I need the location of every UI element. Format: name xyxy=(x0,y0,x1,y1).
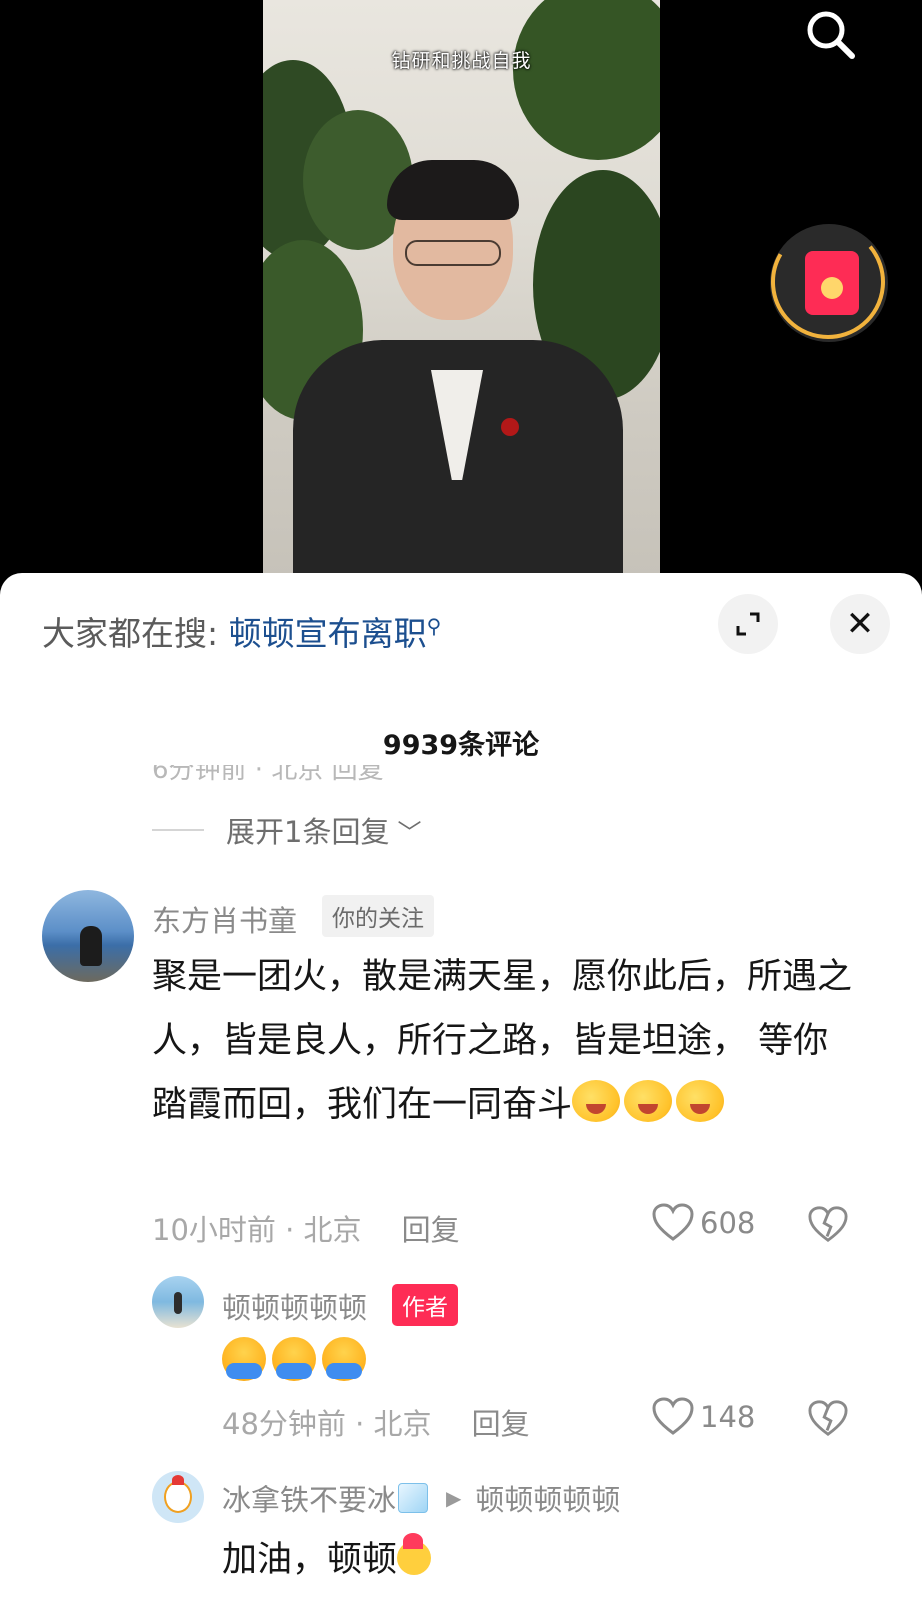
divider-line xyxy=(152,829,204,831)
comment-text: 聚是一团火，散是满天星，愿你此后，所遇之人，皆是良人，所行之路，皆是坦途， 等你… xyxy=(152,957,853,1125)
avatar[interactable] xyxy=(152,1276,204,1328)
comment-text: 加油，顿顿 xyxy=(222,1540,398,1580)
author-badge: 作者 xyxy=(392,1284,458,1326)
finger-heart-emoji-icon xyxy=(397,1533,432,1575)
laughing-emoji-icon xyxy=(676,1080,725,1122)
heart-icon xyxy=(652,1397,694,1435)
comment-time-location: 48分钟前 · 北京 xyxy=(222,1407,432,1441)
comment-meta: 48分钟前 · 北京 回复 xyxy=(222,1401,530,1443)
search-icon: ⚲ xyxy=(426,614,442,638)
comment-content: 聚是一团火，散是满天星，愿你此后，所遇之人，皆是良人，所行之路，皆是坦途， 等你… xyxy=(152,945,852,1137)
hot-search-query[interactable]: 顿顿宣布离职⚲ xyxy=(229,614,442,653)
like-button[interactable]: 148 xyxy=(652,1397,755,1437)
avatar[interactable] xyxy=(42,890,134,982)
comment-content: 加油，顿顿 xyxy=(222,1531,432,1582)
screen: 钻研和挑战自我 大家都在搜: 顿顿宣布离职⚲ ✕ 9939条评论 6分钟前 · … xyxy=(0,0,922,1612)
search-icon[interactable] xyxy=(800,4,860,64)
following-badge: 你的关注 xyxy=(322,895,434,937)
close-button[interactable]: ✕ xyxy=(830,594,890,654)
comments-panel: 大家都在搜: 顿顿宣布离职⚲ ✕ 9939条评论 6分钟前 · 北京 回复 展开… xyxy=(0,573,922,1612)
avatar[interactable] xyxy=(152,1471,204,1523)
hot-search-label: 大家都在搜: xyxy=(42,614,219,653)
heart-icon xyxy=(652,1203,694,1241)
comment-meta: 10小时前 · 北京 回复 xyxy=(152,1207,460,1249)
avatar-figure xyxy=(174,1292,182,1314)
glasses xyxy=(405,240,501,266)
clipped-comment-meta: 6分钟前 · 北京 回复 xyxy=(152,765,872,781)
red-packet-button[interactable] xyxy=(770,224,888,342)
comment-username[interactable]: 东方肖书童 xyxy=(152,898,297,940)
expand-button[interactable] xyxy=(718,594,778,654)
comment-username[interactable]: 顿顿顿顿顿 xyxy=(222,1285,367,1327)
hugging-emoji-icon xyxy=(322,1337,366,1381)
hot-search-query-text: 顿顿宣布离职 xyxy=(228,614,427,653)
red-packet-seal xyxy=(821,277,843,299)
laughing-emoji-icon xyxy=(624,1080,673,1122)
close-icon: ✕ xyxy=(845,604,875,644)
chevron-down-icon: ﹀ xyxy=(397,818,422,847)
comment-username-row: 冰拿铁不要冰 ▶ 顿顿顿顿顿 xyxy=(222,1477,620,1519)
clipped-comment-meta-text: 6分钟前 · 北京 回复 xyxy=(152,765,384,781)
avatar-comb xyxy=(172,1475,184,1485)
plant-decoration xyxy=(513,0,660,160)
expand-replies-label: 展开1条回复 xyxy=(226,815,390,849)
comment-username[interactable]: 冰拿铁不要冰 xyxy=(222,1477,396,1519)
dislike-broken-heart-icon[interactable] xyxy=(808,1399,848,1439)
reply-button[interactable]: 回复 xyxy=(402,1213,460,1247)
hugging-emoji-icon xyxy=(272,1337,316,1381)
laughing-emoji-icon xyxy=(572,1080,621,1122)
comment-content xyxy=(222,1337,366,1381)
avatar-figure xyxy=(164,1481,192,1513)
dislike-broken-heart-icon[interactable] xyxy=(808,1205,848,1245)
reply-to-username[interactable]: 顿顿顿顿顿 xyxy=(475,1477,620,1519)
expand-icon xyxy=(736,612,760,636)
like-count: 608 xyxy=(700,1206,756,1240)
avatar-figure xyxy=(80,926,102,966)
like-button[interactable]: 608 xyxy=(652,1203,755,1243)
video-player[interactable]: 钻研和挑战自我 xyxy=(263,0,660,580)
hugging-emoji-icon xyxy=(222,1337,266,1381)
comment-time-location: 10小时前 · 北京 xyxy=(152,1213,362,1247)
hot-search: 大家都在搜: 顿顿宣布离职⚲ xyxy=(42,607,441,655)
reply-arrow-icon: ▶ xyxy=(446,1486,462,1510)
comment-count: 9939条评论 xyxy=(382,730,540,761)
like-count: 148 xyxy=(700,1400,756,1434)
brooch xyxy=(501,418,519,436)
ice-cube-icon xyxy=(398,1483,429,1513)
person-hair xyxy=(387,160,519,220)
reply-button[interactable]: 回复 xyxy=(472,1407,530,1441)
expand-replies-button[interactable]: 展开1条回复 ﹀ xyxy=(152,809,421,851)
video-subtitle: 钻研和挑战自我 xyxy=(391,50,532,72)
